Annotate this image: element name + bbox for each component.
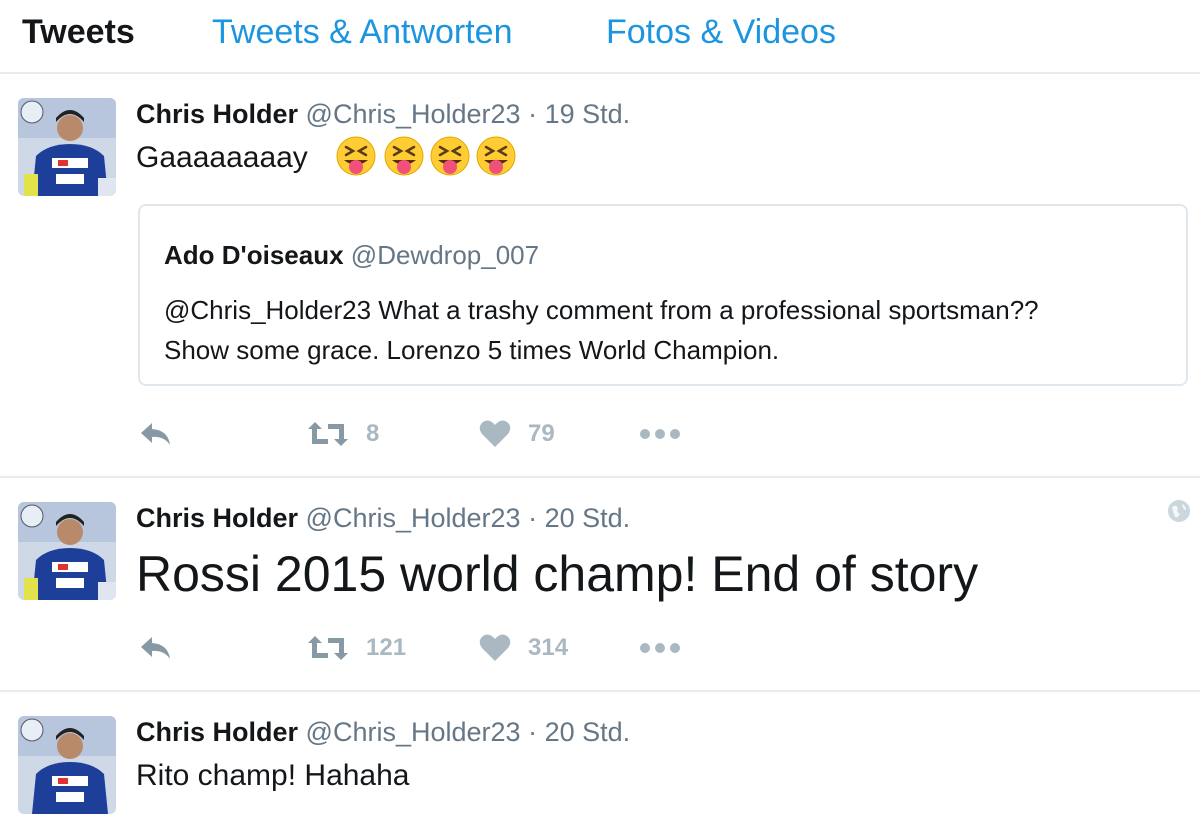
separator: · (528, 717, 538, 747)
avatar-image (18, 502, 116, 600)
more-button[interactable] (638, 414, 682, 454)
heart-icon (479, 420, 511, 447)
quoted-tweet-text: @Chris_Holder23 What a trashy comment fr… (164, 290, 1039, 370)
squinting-face-with-tongue-icon (384, 136, 424, 176)
timestamp[interactable]: 20 Std. (545, 503, 631, 533)
tweet-text: Rossi 2015 world champ! End of story (136, 546, 979, 602)
quoted-tweet[interactable]: Ado D'oiseaux @Dewdrop_007 @Chris_Holder… (138, 204, 1188, 386)
tweet-header: Chris Holder @Chris_Holder23 · 20 Std. (136, 716, 630, 748)
author-name[interactable]: Chris Holder (136, 717, 298, 747)
retweet-count: 8 (366, 420, 380, 447)
author-handle[interactable]: @Chris_Holder23 (306, 503, 521, 533)
reply-icon (141, 637, 170, 659)
tweet[interactable]: Chris Holder @Chris_Holder23 · 19 Std. G… (0, 74, 1200, 478)
separator: · (528, 503, 538, 533)
reply-button[interactable] (138, 414, 174, 454)
more-button[interactable] (638, 628, 682, 668)
more-icon (640, 643, 680, 653)
tweet-header: Chris Holder @Chris_Holder23 · 20 Std. (136, 502, 630, 534)
squinting-face-with-tongue-icon (476, 136, 516, 176)
avatar-image (18, 716, 116, 814)
retweet-icon (308, 422, 348, 446)
tab-tweets-and-replies[interactable]: Tweets & Antworten (212, 12, 513, 52)
tab-photos-videos[interactable]: Fotos & Videos (606, 12, 836, 52)
emoji-row (334, 132, 524, 185)
like-button[interactable]: 79 (478, 414, 555, 454)
avatar[interactable] (18, 98, 116, 196)
more-icon (640, 429, 680, 439)
avatar-image (18, 98, 116, 196)
quoted-text-line: Show some grace. Lorenzo 5 times World C… (164, 335, 780, 365)
quoted-author-name: Ado D'oiseaux (164, 240, 344, 270)
like-count: 314 (528, 634, 569, 661)
like-count: 79 (528, 420, 555, 447)
retweet-count: 121 (366, 634, 407, 661)
tweet-text: Gaaaaaaaay (136, 141, 308, 174)
retweet-button[interactable]: 121 (306, 628, 406, 668)
like-button[interactable]: 314 (478, 628, 568, 668)
tab-tweets[interactable]: Tweets (22, 12, 135, 52)
quoted-author-handle: @Dewdrop_007 (350, 240, 540, 270)
author-name[interactable]: Chris Holder (136, 503, 298, 533)
author-handle[interactable]: @Chris_Holder23 (306, 99, 521, 129)
tweet-text: Rito champ! Hahaha (136, 759, 410, 792)
reply-button[interactable] (138, 628, 174, 668)
separator: · (528, 99, 538, 129)
tweet[interactable]: Chris Holder @Chris_Holder23 · 20 Std. R… (0, 692, 1200, 814)
author-handle[interactable]: @Chris_Holder23 (306, 717, 521, 747)
retweet-button[interactable]: 8 (306, 414, 379, 454)
author-name[interactable]: Chris Holder (136, 99, 298, 129)
timestamp[interactable]: 19 Std. (545, 99, 631, 129)
globe-icon (1166, 498, 1192, 529)
heart-icon (479, 634, 511, 661)
tweet-header: Chris Holder @Chris_Holder23 · 19 Std. (136, 98, 630, 130)
quoted-tweet-header: Ado D'oiseaux @Dewdrop_007 (164, 240, 539, 270)
profile-tabs: Tweets Tweets & Antworten Fotos & Videos (0, 0, 1200, 74)
avatar[interactable] (18, 502, 116, 600)
quoted-text-line: @Chris_Holder23 What a trashy comment fr… (164, 295, 1039, 325)
squinting-face-with-tongue-icon (430, 136, 470, 176)
avatar[interactable] (18, 716, 116, 814)
reply-icon (141, 423, 170, 445)
tweet[interactable]: Chris Holder @Chris_Holder23 · 20 Std. R… (0, 478, 1200, 692)
timestamp[interactable]: 20 Std. (545, 717, 631, 747)
squinting-face-with-tongue-icon (336, 136, 376, 176)
retweet-icon (308, 636, 348, 660)
